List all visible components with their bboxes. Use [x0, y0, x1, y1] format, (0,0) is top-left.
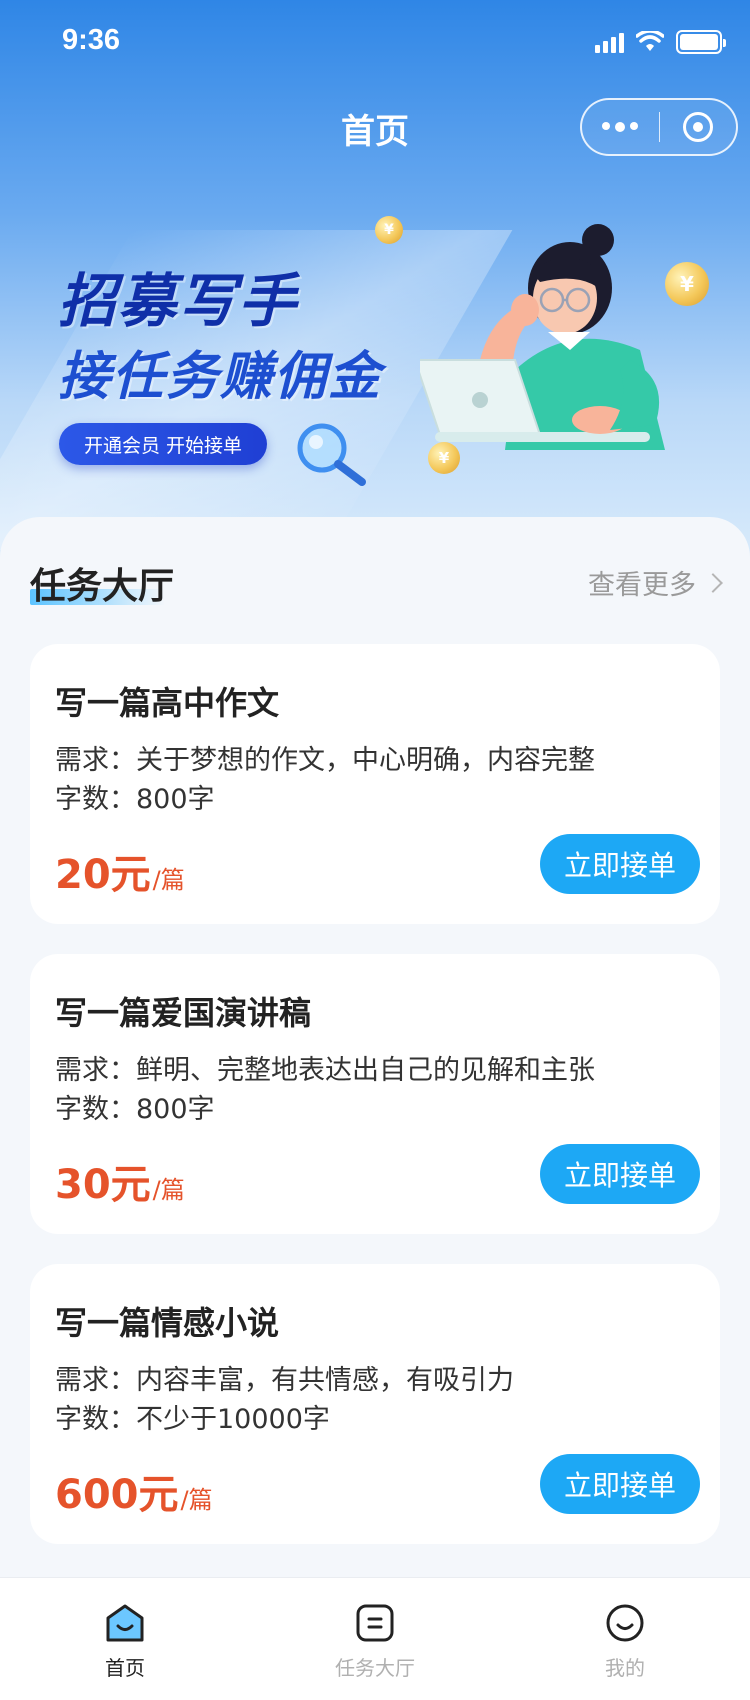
- section-title: 任务大厅: [30, 566, 175, 607]
- tab-label: 任务大厅: [335, 1656, 415, 1680]
- task-title: 写一篇情感小说: [55, 1304, 280, 1342]
- tab-profile[interactable]: 我的: [545, 1602, 705, 1681]
- coin-icon: ¥: [375, 216, 403, 244]
- task-card[interactable]: 写一篇爱国演讲稿 需求：鲜明、完整地表达出自己的见解和主张 字数：800字 30…: [30, 954, 720, 1234]
- tab-label: 首页: [105, 1656, 145, 1680]
- see-more-label: 查看更多: [588, 570, 696, 601]
- task-price: 30元 /篇: [55, 1152, 185, 1210]
- price-amount: 20元: [55, 852, 151, 898]
- task-price: 600元 /篇: [55, 1462, 213, 1520]
- take-order-button[interactable]: 立即接单: [540, 1144, 700, 1204]
- task-title: 写一篇爱国演讲稿: [55, 994, 312, 1032]
- home-icon: [106, 1604, 144, 1642]
- price-unit: /篇: [152, 1176, 185, 1204]
- task-word-count: 字数：不少于10000字: [55, 1404, 330, 1435]
- wifi-icon: [636, 31, 664, 51]
- hero-banner: 9:36 首页 招募写手 接任务赚佣金 开通会员 开始接单 ¥ ¥ ¥: [0, 0, 750, 560]
- section-header: 任务大厅 查看更多: [30, 557, 723, 607]
- task-card[interactable]: 写一篇情感小说 需求：内容丰富，有共情感，有吸引力 字数：不少于10000字 6…: [30, 1264, 720, 1544]
- take-order-button[interactable]: 立即接单: [540, 1454, 700, 1514]
- task-requirement: 需求：内容丰富，有共情感，有吸引力: [55, 1365, 514, 1396]
- more-icon[interactable]: [582, 122, 659, 132]
- status-time: 9:36: [62, 24, 121, 56]
- profile-icon: [606, 1604, 644, 1642]
- mini-program-capsule: [580, 98, 738, 156]
- price-amount: 30元: [55, 1162, 151, 1208]
- task-price: 20元 /篇: [55, 842, 185, 900]
- task-hall-section: 任务大厅 查看更多 写一篇高中作文 需求：关于梦想的作文，中心明确，内容完整 字…: [0, 517, 750, 1577]
- price-amount: 600元: [55, 1472, 179, 1518]
- banner-subheadline: 接任务赚佣金: [58, 347, 383, 407]
- take-order-button[interactable]: 立即接单: [540, 834, 700, 894]
- tab-home[interactable]: 首页: [45, 1602, 205, 1681]
- battery-icon: [676, 30, 726, 54]
- join-member-button[interactable]: 开通会员 开始接单: [59, 423, 267, 465]
- signal-icon: [595, 31, 624, 53]
- task-title: 写一篇高中作文: [55, 684, 280, 722]
- magnifier-icon: [297, 423, 366, 486]
- price-unit: /篇: [180, 1486, 213, 1514]
- task-hall-icon: [356, 1604, 394, 1642]
- status-icons: [595, 30, 726, 54]
- tab-label: 我的: [605, 1656, 645, 1680]
- task-requirement: 需求：鲜明、完整地表达出自己的见解和主张: [55, 1055, 595, 1086]
- status-bar: 9:36: [0, 0, 750, 90]
- task-word-count: 字数：800字: [55, 1094, 215, 1125]
- banner-headline: 招募写手: [58, 267, 299, 335]
- task-card[interactable]: 写一篇高中作文 需求：关于梦想的作文，中心明确，内容完整 字数：800字 20元…: [30, 644, 720, 924]
- price-unit: /篇: [152, 866, 185, 894]
- bottom-tab-bar: 首页 任务大厅 我的: [0, 1578, 750, 1700]
- task-requirement: 需求：关于梦想的作文，中心明确，内容完整: [55, 745, 595, 776]
- task-word-count: 字数：800字: [55, 784, 215, 815]
- see-more-link[interactable]: 查看更多: [588, 563, 723, 602]
- tab-task-hall[interactable]: 任务大厅: [295, 1602, 455, 1681]
- writer-illustration: [420, 224, 665, 450]
- chevron-right-icon: [703, 572, 723, 593]
- close-target-icon[interactable]: [660, 112, 737, 142]
